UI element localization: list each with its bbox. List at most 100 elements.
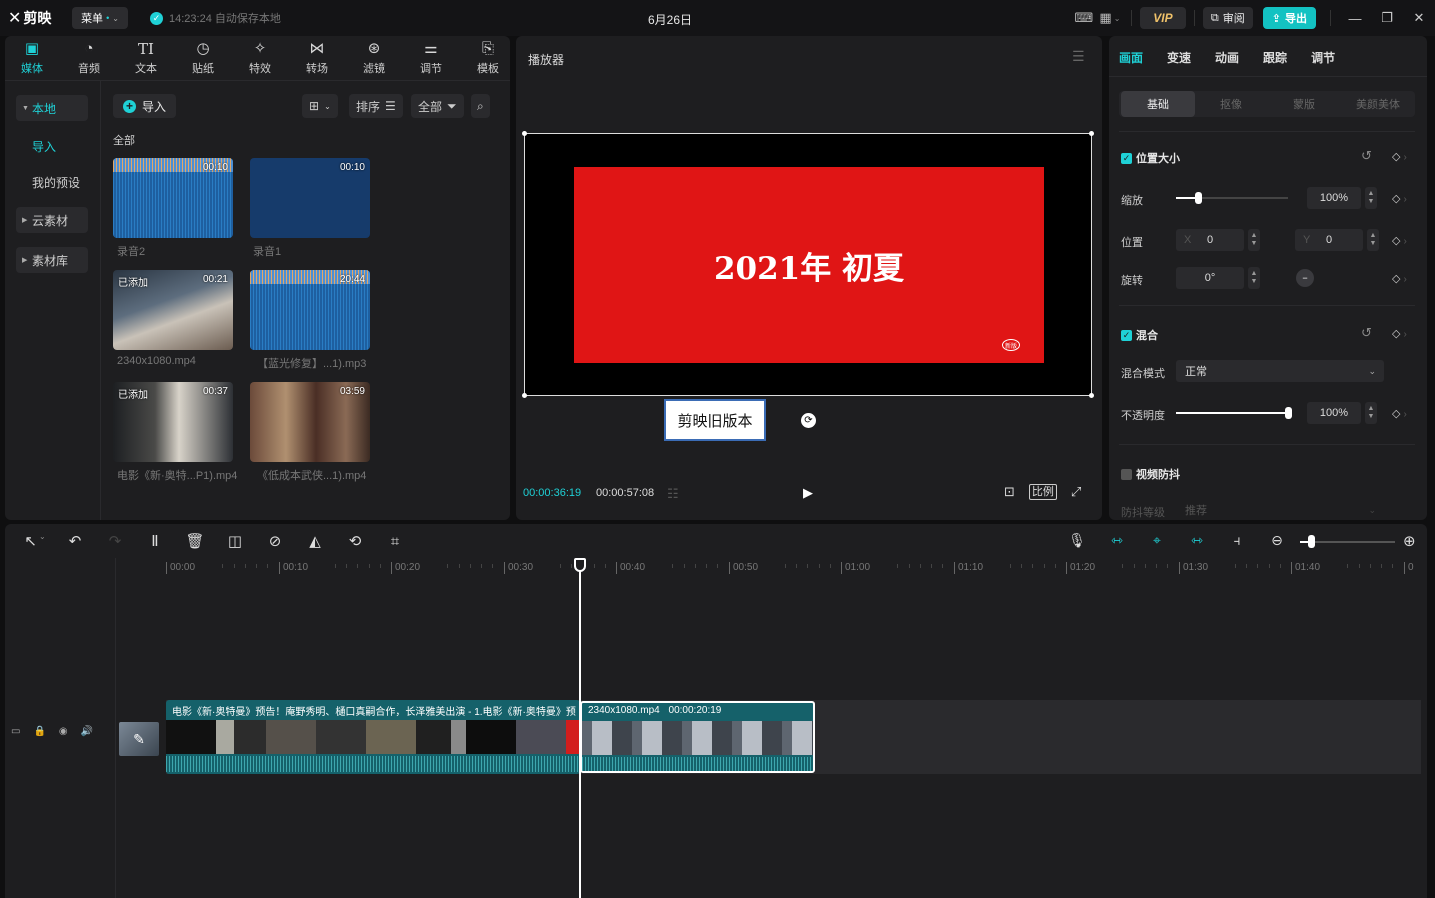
- zoom-in-icon[interactable]: ⊕: [1403, 532, 1416, 550]
- rotate-stepper[interactable]: ▲ ▼: [1248, 267, 1260, 289]
- timecode-grid-icon[interactable]: ☷: [667, 486, 679, 502]
- opacity-stepper[interactable]: ▲ ▼: [1365, 402, 1377, 424]
- scale-slider-knob[interactable]: [1195, 192, 1202, 204]
- cover-edit-icon[interactable]: ✎: [119, 722, 159, 756]
- import-button[interactable]: + 导入: [113, 94, 177, 118]
- keyframe-icon[interactable]: ◇: [1392, 327, 1407, 340]
- reset-icon[interactable]: ↺: [1361, 325, 1372, 341]
- keyframe-icon[interactable]: ◇: [1392, 234, 1407, 247]
- playhead[interactable]: [579, 558, 581, 898]
- media-item[interactable]: 已添加 00:37: [113, 382, 233, 462]
- fit-view-icon[interactable]: ⊡: [1004, 484, 1015, 500]
- timeline-clip-selected[interactable]: 2340x1080.mp4 00:00:20:19: [580, 701, 815, 773]
- checkbox-icon[interactable]: ✓: [1121, 468, 1132, 480]
- media-item[interactable]: 00:10: [250, 158, 370, 238]
- resize-handle[interactable]: [522, 393, 527, 398]
- position-x-stepper[interactable]: ▲ ▼: [1248, 229, 1260, 251]
- main-track-magnet-icon[interactable]: ⇿: [1097, 532, 1137, 549]
- sidebar-item-presets[interactable]: 我的预设: [16, 169, 88, 195]
- position-y-stepper[interactable]: ▲ ▼: [1367, 229, 1379, 251]
- freeze-icon[interactable]: ◫: [215, 532, 255, 550]
- sidebar-item-library[interactable]: ▶ 素材库: [16, 247, 88, 273]
- position-y-input[interactable]: Y 0: [1295, 229, 1363, 251]
- preview-canvas[interactable]: 2021年 初夏 新版: [522, 131, 1094, 398]
- tab-sticker[interactable]: ◷ 贴纸: [179, 40, 227, 78]
- old-version-label[interactable]: 剪映旧版本: [664, 399, 766, 441]
- eye-icon[interactable]: ◉: [59, 726, 68, 737]
- tab-filter[interactable]: ⊛ 滤镜: [350, 40, 398, 78]
- keyframe-icon[interactable]: ◇: [1392, 272, 1407, 285]
- media-item[interactable]: 20:44: [250, 270, 370, 350]
- filter-button[interactable]: 全部 ⏷: [411, 94, 464, 118]
- opacity-slider-knob[interactable]: [1285, 407, 1292, 419]
- position-x-input[interactable]: X 0: [1176, 229, 1244, 251]
- media-item[interactable]: 03:59: [250, 382, 370, 462]
- reset-icon[interactable]: ↺: [1361, 148, 1372, 164]
- mirror-icon[interactable]: ◭: [295, 532, 335, 550]
- checkbox-icon[interactable]: ✓: [1121, 152, 1132, 164]
- timeline-clip[interactable]: 电影《新·奥特曼》预告！庵野秀明、樋口真嗣合作，长泽雅美出演 - 1.电影《新·…: [166, 700, 580, 774]
- resize-handle[interactable]: [1089, 131, 1094, 136]
- search-button[interactable]: ⌕: [471, 94, 490, 118]
- checkbox-icon[interactable]: ✓: [1121, 329, 1132, 341]
- opacity-input[interactable]: 100%: [1307, 402, 1361, 424]
- sort-button[interactable]: 排序 ☰: [349, 94, 403, 118]
- tab-adjust[interactable]: ⚌ 调节: [407, 40, 455, 78]
- sidebar-item-cloud[interactable]: ▶ 云素材: [16, 207, 88, 233]
- playhead-handle[interactable]: [574, 558, 586, 572]
- keyframe-icon[interactable]: ◇: [1392, 150, 1407, 163]
- keyframe-icon[interactable]: ◇: [1392, 192, 1407, 205]
- keyboard-icon[interactable]: ⌨: [1071, 7, 1097, 29]
- play-icon[interactable]: ▶: [803, 485, 813, 501]
- microphone-icon[interactable]: 🎙: [1057, 532, 1097, 549]
- delete-icon[interactable]: 🗑: [175, 532, 215, 550]
- linkage-icon[interactable]: ⇿: [1177, 532, 1217, 549]
- keyframe-icon[interactable]: ◇: [1392, 407, 1407, 420]
- resize-handle[interactable]: [522, 131, 527, 136]
- view-mode-button[interactable]: ⊞ ⌄: [302, 94, 338, 118]
- select-tool-icon[interactable]: ↖ ⌄: [15, 532, 55, 550]
- section-blend[interactable]: ✓ 混合: [1121, 327, 1158, 343]
- ratio-button[interactable]: 比例: [1028, 484, 1057, 500]
- reverse-icon[interactable]: ⊘: [255, 532, 295, 550]
- tab-animation[interactable]: 动画: [1215, 49, 1239, 66]
- rotate-input[interactable]: 0°: [1176, 267, 1244, 289]
- restore-icon[interactable]: ❐: [1371, 6, 1403, 30]
- scale-stepper[interactable]: ▲ ▼: [1365, 187, 1377, 209]
- cover-icon[interactable]: ▭: [11, 726, 20, 737]
- tab-adjust[interactable]: 调节: [1311, 49, 1335, 66]
- subtab-cutout[interactable]: 抠像: [1194, 91, 1268, 117]
- auto-snap-icon[interactable]: ⌖: [1137, 532, 1177, 549]
- split-icon[interactable]: Ⅱ: [135, 532, 175, 550]
- scale-input[interactable]: 100%: [1307, 187, 1361, 209]
- vip-button[interactable]: VIP: [1139, 7, 1186, 29]
- preview-axis-icon[interactable]: ⫞: [1217, 532, 1257, 549]
- hamburger-menu-icon[interactable]: ☰: [1072, 48, 1085, 65]
- subtab-mask[interactable]: 蒙版: [1267, 91, 1341, 117]
- media-item[interactable]: 00:10: [113, 158, 233, 238]
- tab-effects[interactable]: ✧ 特效: [236, 40, 284, 78]
- sidebar-item-import[interactable]: 导入: [16, 133, 88, 159]
- section-position-size[interactable]: ✓ 位置大小: [1121, 150, 1180, 166]
- sidebar-item-local[interactable]: ▼ 本地: [16, 95, 88, 121]
- blend-mode-select[interactable]: 正常 ⌄: [1176, 360, 1384, 382]
- layout-icon[interactable]: ▦ ⌄: [1097, 7, 1123, 29]
- tab-tracking[interactable]: 跟踪: [1263, 49, 1287, 66]
- minimize-icon[interactable]: —: [1339, 6, 1371, 30]
- tab-audio[interactable]: ◔ 音频: [65, 40, 113, 78]
- fullscreen-icon[interactable]: ⤢: [1071, 484, 1081, 500]
- zoom-out-icon[interactable]: ⊖: [1257, 532, 1297, 549]
- tab-template[interactable]: ⎘ 模板: [464, 40, 512, 78]
- crop-icon[interactable]: ⌗: [375, 533, 415, 550]
- lock-icon[interactable]: 🔒: [33, 726, 45, 737]
- review-button[interactable]: ⧉ 审阅: [1202, 7, 1253, 29]
- close-icon[interactable]: ✕: [1403, 6, 1435, 30]
- export-button[interactable]: ⇪ 导出: [1262, 7, 1316, 29]
- tab-text[interactable]: TI 文本: [122, 40, 170, 78]
- section-stabilize[interactable]: ✓ 视频防抖: [1121, 466, 1180, 482]
- media-item[interactable]: 已添加 00:21: [113, 270, 233, 350]
- redo-icon[interactable]: ↷: [95, 532, 135, 550]
- tab-picture[interactable]: 画面: [1119, 49, 1143, 66]
- undo-icon[interactable]: ↶: [55, 532, 95, 550]
- rotate-icon[interactable]: ⟳: [801, 413, 816, 428]
